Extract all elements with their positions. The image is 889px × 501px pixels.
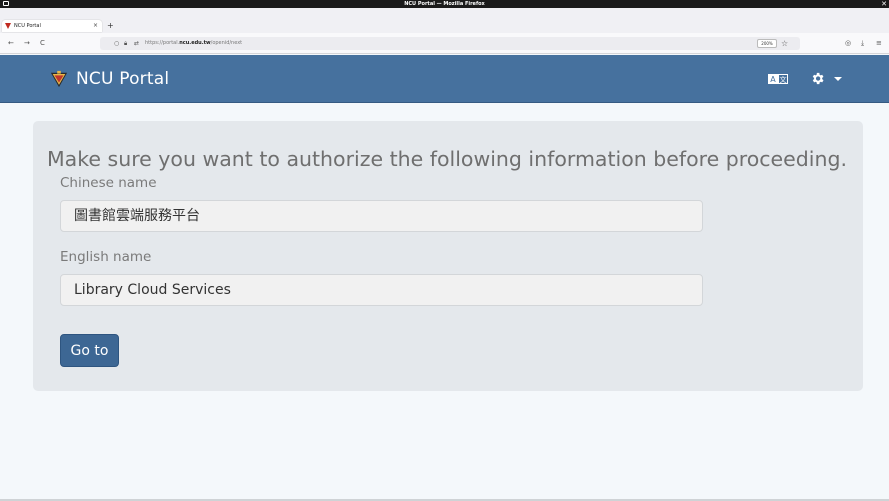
svg-text:A: A [770, 75, 776, 84]
svg-text:文: 文 [780, 75, 787, 84]
forward-button[interactable]: → [24, 33, 30, 54]
back-button[interactable]: ← [8, 33, 14, 54]
main-content: Make sure you want to authorize the foll… [0, 104, 889, 501]
reload-button[interactable]: C [40, 33, 45, 54]
chinese-name-field: 圖書館雲端服務平台 [60, 200, 703, 232]
bookmark-star-icon[interactable]: ☆ [781, 37, 788, 50]
brand-name: NCU Portal [76, 69, 170, 89]
app-header: NCU Portal A 文 [0, 55, 889, 103]
tab-close-icon[interactable]: × [93, 20, 98, 32]
chinese-name-label: Chinese name [60, 175, 157, 191]
window-close-icon[interactable]: ✕ [881, 0, 887, 8]
favicon-icon [5, 23, 11, 29]
english-name-label: English name [60, 249, 152, 265]
panel-heading: Make sure you want to authorize the foll… [47, 147, 848, 171]
ncu-logo-icon [50, 70, 68, 88]
tracking-shield-icon[interactable]: ○ [114, 37, 119, 50]
download-icon[interactable]: ⤓ [861, 33, 864, 54]
go-to-button[interactable]: Go to [60, 334, 119, 367]
brand-link[interactable]: NCU Portal [50, 67, 169, 91]
chevron-down-icon[interactable] [834, 77, 842, 81]
browser-navbar: ← → C ○ 🔒︎ ⇄ https://portal.ncu.edu.tw/o… [0, 33, 889, 54]
new-tab-button[interactable]: + [107, 20, 114, 32]
url-bar[interactable]: ○ 🔒︎ ⇄ https://portal.ncu.edu.tw/openid/… [100, 37, 800, 50]
tab-label: NCU Portal [14, 23, 41, 29]
zoom-level-badge[interactable]: 200% [757, 39, 777, 48]
tab-ncu-portal[interactable]: NCU Portal × [2, 20, 102, 32]
app-menu-icon[interactable]: ≡ [876, 33, 882, 54]
window-title: NCU Portal — Mozilla Firefox [404, 1, 485, 7]
tab-strip: NCU Portal × + [0, 8, 889, 33]
lock-icon[interactable]: 🔒︎ [124, 37, 127, 50]
english-name-field: Library Cloud Services [60, 274, 703, 306]
authorize-panel: Make sure you want to authorize the foll… [33, 121, 863, 391]
url-text[interactable]: https://portal.ncu.edu.tw/openid/next [145, 37, 242, 50]
os-titlebar: NCU Portal — Mozilla Firefox ✕ [0, 0, 889, 8]
language-icon[interactable]: A 文 [768, 74, 788, 84]
gear-icon[interactable] [810, 71, 825, 86]
pocket-icon[interactable]: ◎ [845, 33, 851, 54]
permissions-icon[interactable]: ⇄ [134, 37, 139, 50]
